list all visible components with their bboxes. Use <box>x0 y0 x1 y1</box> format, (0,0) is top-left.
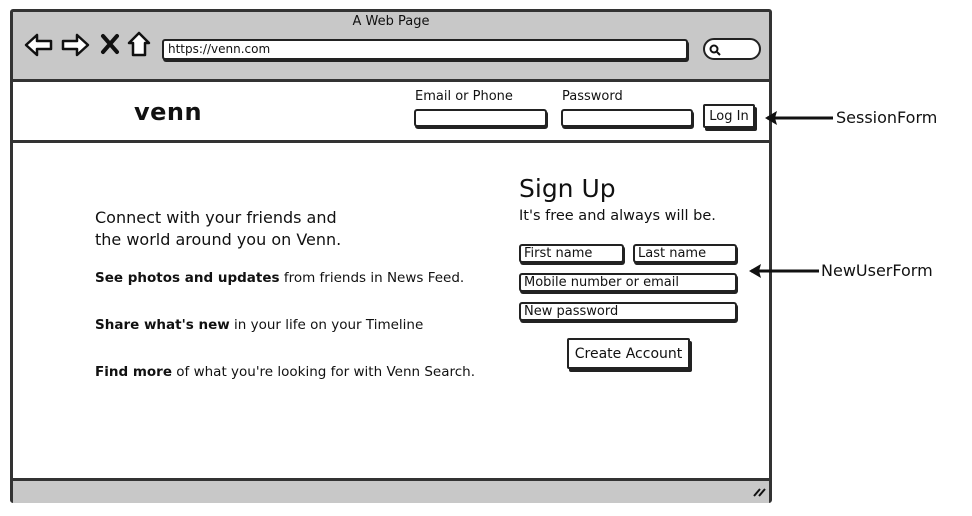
new-user-form-arrow-icon <box>749 264 819 278</box>
logo: venn <box>134 98 203 126</box>
search-icon <box>709 44 721 56</box>
resize-grip-icon[interactable] <box>752 485 766 497</box>
browser-search-box[interactable] <box>703 38 761 60</box>
feature-text: of what you're looking for with Venn Sea… <box>176 364 476 380</box>
address-bar[interactable]: https://venn.com <box>162 39 688 60</box>
back-arrow-icon[interactable] <box>24 32 54 58</box>
new-password-input[interactable]: New password <box>519 302 737 321</box>
status-bar <box>13 478 769 503</box>
contact-input[interactable]: Mobile number or email <box>519 273 737 292</box>
login-email-input[interactable] <box>414 109 547 127</box>
password-label: Password <box>562 89 623 104</box>
signup-subtitle: It's free and always will be. <box>519 208 716 224</box>
feature-news-feed: See photos and updates from friends in N… <box>95 270 464 286</box>
session-form-arrow-icon <box>765 111 833 125</box>
new-user-form-annotation: NewUserForm <box>821 261 933 280</box>
create-account-button[interactable]: Create Account <box>567 338 690 369</box>
last-name-input[interactable]: Last name <box>633 244 737 263</box>
signup-title: Sign Up <box>519 174 616 203</box>
url-text: https://venn.com <box>168 42 271 56</box>
window-title: A Web Page <box>352 14 430 29</box>
session-form-annotation: SessionForm <box>836 108 938 127</box>
feature-search: Find more of what you're looking for wit… <box>95 364 475 380</box>
feature-text: from friends in News Feed. <box>283 270 465 286</box>
login-password-input[interactable] <box>561 109 693 127</box>
feature-bold: Share what's new <box>95 317 230 333</box>
feature-bold: See photos and updates <box>95 270 280 286</box>
close-icon[interactable] <box>101 34 119 54</box>
first-name-input[interactable]: First name <box>519 244 624 263</box>
feature-text: in your life on your Timeline <box>234 317 424 333</box>
feature-timeline: Share what's new in your life on your Ti… <box>95 317 423 333</box>
tagline-line-2: the world around you on Venn. <box>95 230 342 249</box>
feature-bold: Find more <box>95 364 172 380</box>
tagline-line-1: Connect with your friends and <box>95 208 337 227</box>
forward-arrow-icon[interactable] <box>60 32 90 58</box>
login-button[interactable]: Log In <box>703 104 755 128</box>
email-label: Email or Phone <box>415 89 513 104</box>
home-icon[interactable] <box>127 31 151 57</box>
